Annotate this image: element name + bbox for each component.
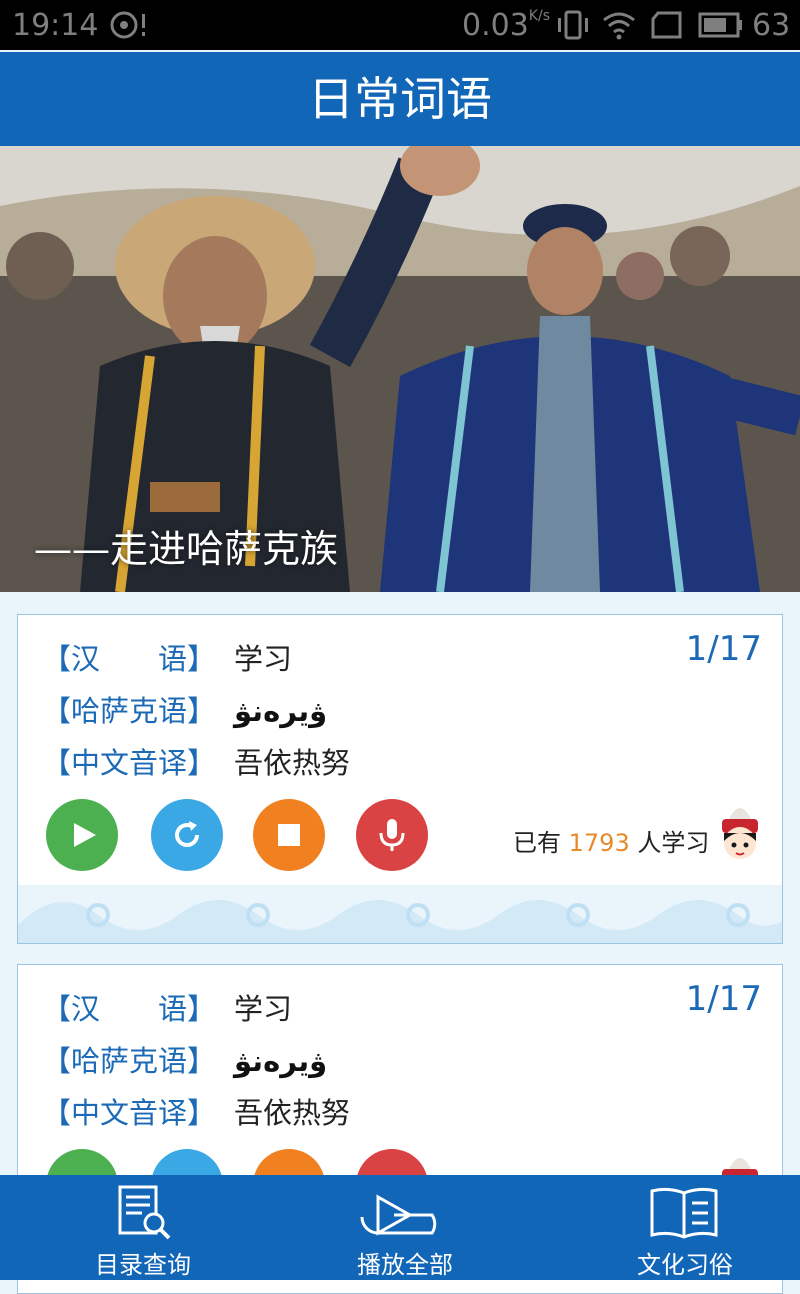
status-time: 19:14 xyxy=(12,8,99,43)
row-label: 【哈萨克语】 xyxy=(42,1044,217,1078)
play-icon xyxy=(46,799,118,871)
play-all-icon xyxy=(360,1194,437,1236)
nav-label: 文化习俗 xyxy=(637,1251,733,1279)
row-value: 学习 xyxy=(234,642,293,676)
play-button[interactable] xyxy=(46,799,118,871)
record-button[interactable] xyxy=(356,799,428,871)
learner-count: 已有 1793 人学习 xyxy=(513,823,709,858)
disc-icon xyxy=(110,11,145,39)
card-pager: 1/17 xyxy=(685,979,762,1019)
page-title: 日常词语 xyxy=(0,52,800,146)
learners-suffix: 人学习 xyxy=(637,829,710,857)
row-value: ۋيرەنۋ xyxy=(234,694,328,728)
row-label: 【中文音译】 xyxy=(42,1096,217,1130)
banner-caption: ——走进哈萨克族 xyxy=(34,527,339,571)
row-value: 吾依热努 xyxy=(234,1096,351,1130)
nav-catalog-search[interactable]: 目录查询 xyxy=(62,1175,224,1280)
stop-button[interactable] xyxy=(253,799,325,871)
bottom-nav: 目录查询 播放全部 文化习俗 xyxy=(0,1175,800,1280)
decorative-pattern xyxy=(18,885,782,943)
nav-culture-customs[interactable]: 文化习俗 xyxy=(604,1175,766,1280)
wifi-icon xyxy=(603,12,635,40)
row-label: 【中文音译】 xyxy=(42,746,217,780)
row-label: 【汉 语】 xyxy=(42,992,217,1026)
row-value: 吾依热努 xyxy=(234,746,351,780)
row-value: ۋيرەنۋ xyxy=(234,1044,328,1078)
sim-icon xyxy=(651,11,682,39)
network-speed: 0.03K/s xyxy=(462,8,550,43)
microphone-icon xyxy=(356,799,428,871)
status-bar: 19:14 0.03K/s 63 xyxy=(0,0,800,50)
nav-play-all[interactable]: 播放全部 xyxy=(324,1175,486,1280)
battery-level: 63 xyxy=(752,8,791,43)
learners-prefix: 已有 xyxy=(513,829,561,857)
document-search-icon xyxy=(118,1185,171,1240)
word-card: 1/17 【汉 语】 学习 【哈萨克语】 ۋيرەنۋ 【中文音译】 吾依热努 xyxy=(17,614,783,944)
row-label: 【汉 语】 xyxy=(42,642,217,676)
refresh-icon xyxy=(151,799,223,871)
stop-icon xyxy=(253,799,325,871)
banner-image: ——走进哈萨克族 xyxy=(0,146,800,592)
learners-number: 1793 xyxy=(568,829,630,857)
network-speed-value: 0.03 xyxy=(462,8,529,43)
open-book-icon xyxy=(650,1187,718,1239)
vibrate-icon xyxy=(558,10,588,40)
row-value: 学习 xyxy=(234,992,293,1026)
repeat-button[interactable] xyxy=(151,799,223,871)
mascot-girl-icon xyxy=(722,808,758,859)
row-label: 【哈萨克语】 xyxy=(42,694,217,728)
nav-label: 播放全部 xyxy=(357,1251,453,1279)
nav-label: 目录查询 xyxy=(95,1251,191,1279)
network-speed-unit: K/s xyxy=(528,8,550,24)
card-pager: 1/17 xyxy=(685,629,762,669)
battery-icon xyxy=(698,12,742,38)
